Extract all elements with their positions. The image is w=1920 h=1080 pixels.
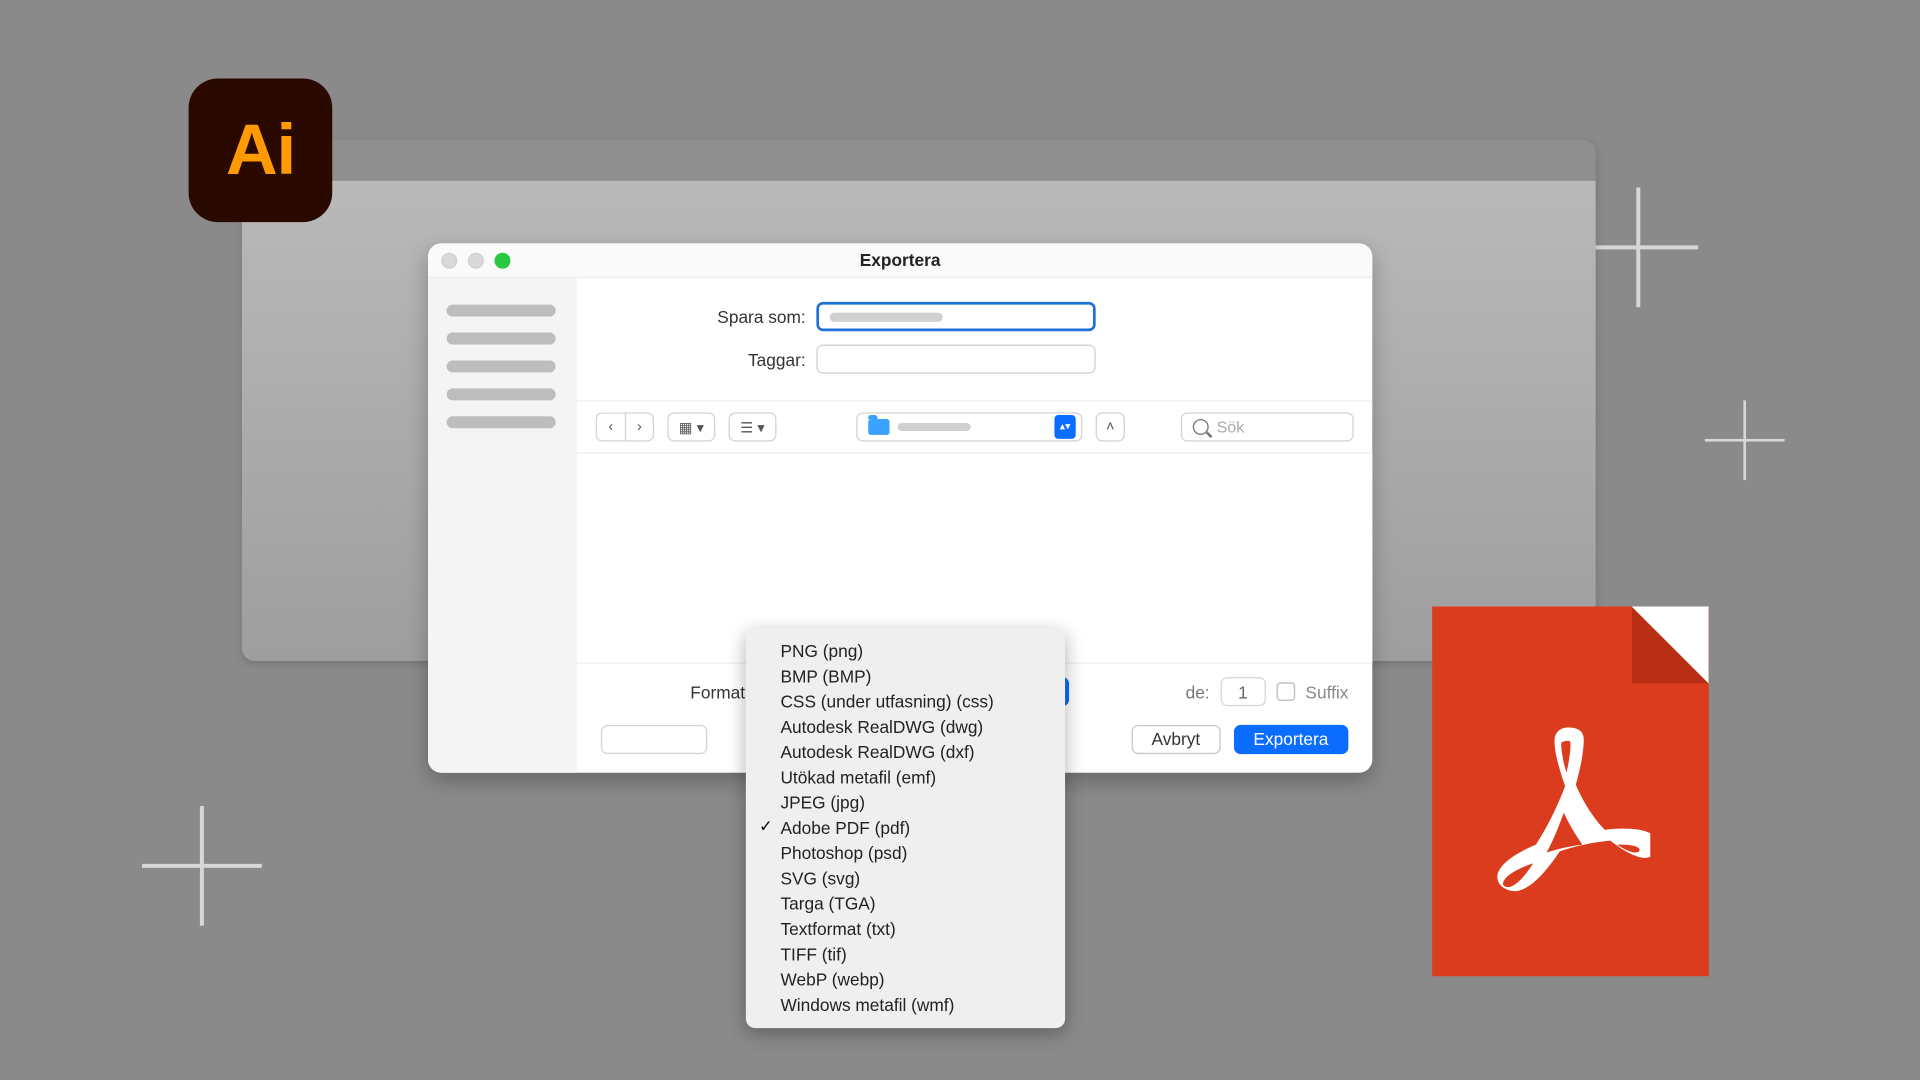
collapse-button[interactable]: ˄ [1096, 412, 1125, 441]
forward-button[interactable]: › [625, 412, 654, 441]
dialog-title: Exportera [860, 250, 941, 270]
format-option[interactable]: Autodesk RealDWG (dwg) [751, 714, 1060, 739]
tags-label: Taggar: [617, 349, 817, 369]
scale-label-trail: de: [1186, 682, 1210, 702]
sidebar-item[interactable] [447, 416, 556, 428]
folder-select[interactable]: ▴▾ [856, 412, 1082, 441]
search-icon [1193, 419, 1209, 435]
format-option[interactable]: Windows metafil (wmf) [751, 992, 1060, 1017]
sidebar-item[interactable] [447, 388, 556, 400]
save-as-label: Spara som: [617, 307, 817, 327]
format-option[interactable]: Autodesk RealDWG (dxf) [751, 740, 1060, 765]
decorative-cross [142, 806, 262, 926]
filename-input[interactable] [816, 302, 1095, 331]
window-controls [441, 253, 510, 269]
sidebar-item[interactable] [447, 360, 556, 372]
background-window-titlebar [242, 140, 1596, 181]
illustrator-icon-text: Ai [226, 109, 295, 191]
illustrator-app-icon: Ai [189, 78, 333, 222]
export-button[interactable]: Exportera [1233, 725, 1348, 754]
scale-input[interactable]: 1 [1220, 677, 1265, 706]
format-label: Format: [601, 682, 761, 702]
format-option[interactable]: Adobe PDF (pdf) [751, 815, 1060, 840]
close-icon[interactable] [441, 253, 457, 269]
sidebar [428, 278, 577, 773]
new-folder-button[interactable] [601, 725, 707, 754]
finder-toolbar: ‹ › ▦ ▾ ☰ ▾ ▴▾ ˄ Sök [577, 402, 1372, 454]
format-option[interactable]: JPEG (jpg) [751, 790, 1060, 815]
filename-placeholder [830, 313, 943, 322]
back-button[interactable]: ‹ [596, 412, 625, 441]
format-dropdown[interactable]: PNG (png)BMP (BMP)CSS (under utfasning) … [746, 628, 1065, 1028]
sidebar-item[interactable] [447, 333, 556, 345]
decorative-cross [1705, 400, 1785, 480]
cancel-button[interactable]: Avbryt [1132, 725, 1221, 754]
group-button[interactable]: ☰ ▾ [729, 412, 777, 441]
dialog-titlebar: Exportera [428, 243, 1372, 278]
suffix-checkbox[interactable] [1276, 682, 1295, 701]
format-option[interactable]: SVG (svg) [751, 866, 1060, 891]
maximize-icon[interactable] [494, 253, 510, 269]
folder-icon [868, 419, 889, 435]
search-input[interactable]: Sök [1181, 412, 1354, 441]
stepper-icon[interactable]: ▴▾ [1054, 415, 1075, 439]
decorative-cross [1578, 188, 1698, 308]
format-option[interactable]: TIFF (tif) [751, 942, 1060, 967]
suffix-label: Suffix [1305, 682, 1348, 702]
format-option[interactable]: PNG (png) [751, 638, 1060, 663]
folder-name-placeholder [897, 423, 970, 431]
format-option[interactable]: Utökad metafil (emf) [751, 765, 1060, 790]
format-option[interactable]: Textformat (txt) [751, 916, 1060, 941]
pdf-file-icon [1432, 607, 1709, 977]
minimize-icon[interactable] [468, 253, 484, 269]
format-option[interactable]: Photoshop (psd) [751, 841, 1060, 866]
adobe-pdf-glyph-icon [1491, 717, 1651, 903]
format-option[interactable]: CSS (under utfasning) (css) [751, 689, 1060, 714]
sidebar-item[interactable] [447, 305, 556, 317]
search-placeholder: Sök [1217, 418, 1245, 437]
view-icon-button[interactable]: ▦ ▾ [667, 412, 715, 441]
format-option[interactable]: Targa (TGA) [751, 891, 1060, 916]
format-option[interactable]: BMP (BMP) [751, 664, 1060, 689]
format-option[interactable]: WebP (webp) [751, 967, 1060, 992]
tags-input[interactable] [816, 344, 1095, 373]
